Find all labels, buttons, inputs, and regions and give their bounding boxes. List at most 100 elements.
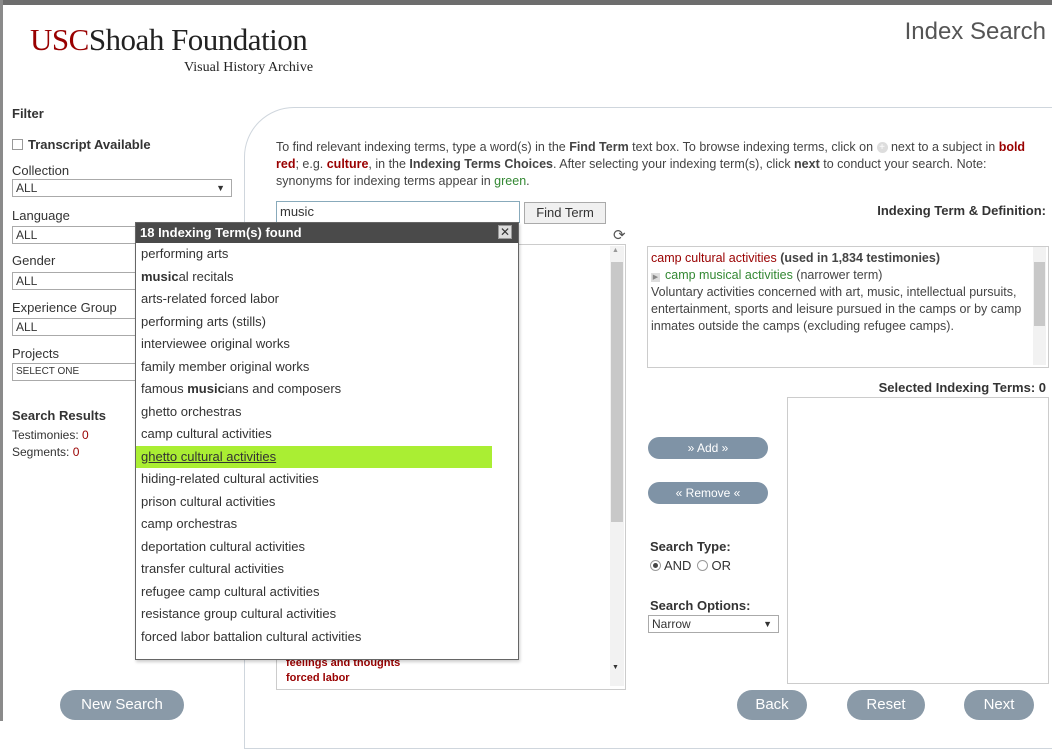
dropdown-item-text: ghetto cultural activities: [141, 448, 277, 464]
dropdown-item-text: camp cultural activities: [141, 426, 272, 441]
dropdown-item[interactable]: musical recitals: [136, 266, 518, 289]
instructions-text: To find relevant indexing terms, type a …: [276, 139, 1046, 190]
scroll-up-icon[interactable]: ▲: [612, 247, 619, 254]
projects-label: Projects: [12, 346, 59, 361]
dropdown-item-text: family member original works: [141, 358, 310, 374]
plus-circle-icon: +: [876, 142, 888, 154]
language-label: Language: [12, 208, 70, 223]
search-options-value: Narrow: [652, 617, 691, 631]
indexing-terms-dropdown: 18 Indexing Term(s) found ✕ performing a…: [135, 222, 519, 660]
top-border: [0, 0, 1052, 5]
choices-scrollbar-thumb[interactable]: [611, 262, 623, 522]
transcript-available-checkbox-row[interactable]: Transcript Available: [12, 137, 151, 152]
instr-choices: Indexing Terms Choices: [409, 157, 553, 171]
dropdown-item-text: refugee camp cultural activities: [141, 583, 320, 599]
logo: USCShoah Foundation: [30, 22, 308, 58]
close-icon[interactable]: ✕: [498, 225, 512, 239]
or-radio[interactable]: [697, 560, 709, 571]
testimonies-value: 0: [82, 428, 89, 442]
instr-culture: culture: [326, 157, 369, 171]
dropdown-item-text-rest: ians and composers: [224, 381, 342, 396]
dropdown-item[interactable]: family member original works: [136, 356, 518, 379]
selected-terms-box[interactable]: [787, 397, 1049, 684]
dropdown-item[interactable]: refugee camp cultural activities: [136, 581, 518, 604]
find-term-input[interactable]: music: [276, 201, 520, 223]
testimonies-count: Testimonies: 0: [12, 428, 89, 442]
segments-count: Segments: 0: [12, 445, 79, 459]
scroll-down-icon[interactable]: ▼: [612, 664, 619, 671]
gender-value: ALL: [16, 274, 38, 288]
refresh-icon[interactable]: ⟳: [613, 226, 626, 244]
dropdown-item[interactable]: deportation cultural activities: [136, 536, 518, 559]
dropdown-item[interactable]: camp orchestras: [136, 513, 518, 536]
dropdown-item-text: deportation cultural activities: [141, 538, 306, 554]
play-triangle-icon[interactable]: ▶: [651, 273, 660, 282]
search-options-select[interactable]: Narrow ▼: [648, 615, 779, 633]
instr-find-term: Find Term: [569, 140, 629, 154]
search-type-radios: AND OR: [650, 558, 731, 573]
definition-scrollbar-thumb[interactable]: [1034, 262, 1045, 326]
dropdown-item-text: arts-related forced labor: [141, 291, 280, 306]
testimonies-label: Testimonies:: [12, 428, 79, 442]
filter-heading: Filter: [12, 106, 44, 121]
or-label: OR: [711, 558, 731, 573]
dropdown-item[interactable]: performing arts: [136, 243, 518, 266]
definition-body: Voluntary activities concerned with art,…: [651, 285, 1022, 333]
narrower-term-note: (narrower term): [792, 268, 883, 282]
dropdown-item[interactable]: arts-related forced labor: [136, 288, 518, 311]
dropdown-item[interactable]: ghetto cultural activities: [136, 445, 492, 468]
choice-item[interactable]: forced labor: [286, 672, 350, 684]
reset-button[interactable]: Reset: [847, 690, 925, 720]
dropdown-item[interactable]: camp cultural activities: [136, 423, 518, 446]
dropdown-item[interactable]: famous musicians and composers: [136, 378, 518, 401]
collection-select[interactable]: ALL ▼: [12, 179, 232, 197]
dropdown-item[interactable]: prison cultural activities: [136, 491, 518, 514]
search-type-label: Search Type:: [650, 539, 731, 554]
dropdown-item-text: famous: [141, 381, 188, 396]
dropdown-item[interactable]: interviewee original works: [136, 333, 518, 356]
next-button[interactable]: Next: [964, 690, 1034, 720]
dropdown-item[interactable]: forced labor battalion cultural activiti…: [136, 626, 518, 649]
instr-green: green: [494, 174, 527, 188]
dropdown-header-text: 18 Indexing Term(s) found: [140, 225, 302, 240]
definition-term: camp cultural activities: [651, 251, 777, 265]
dropdown-item-text: prison cultural activities: [141, 493, 276, 509]
collection-value: ALL: [16, 181, 38, 195]
experience-group-label: Experience Group: [12, 300, 117, 315]
dropdown-item[interactable]: hiding-related cultural activities: [136, 468, 518, 491]
and-label: AND: [664, 558, 692, 573]
back-button[interactable]: Back: [737, 690, 807, 720]
definition-text: camp cultural activities (used in 1,834 …: [651, 250, 1029, 335]
dropdown-item[interactable]: transfer cultural activities: [136, 558, 518, 581]
dropdown-item-text: camp orchestras: [141, 516, 238, 531]
logo-usc: USC: [30, 22, 89, 57]
dropdown-item-text: performing arts (stills): [141, 313, 266, 329]
left-border: [0, 0, 3, 721]
add-button[interactable]: » Add »: [648, 437, 768, 459]
dropdown-item[interactable]: resistance group cultural activities: [136, 603, 518, 626]
logo-shoah-foundation: Shoah Foundation: [88, 22, 308, 57]
collection-label: Collection: [12, 163, 70, 178]
page-title: Index Search: [904, 18, 1046, 45]
and-radio[interactable]: [650, 560, 661, 571]
definition-used-in: (used in 1,834 testimonies): [776, 251, 940, 265]
dropdown-item-match: music: [141, 268, 179, 284]
chevron-down-icon: ▼: [763, 619, 772, 629]
remove-button[interactable]: « Remove «: [648, 482, 768, 504]
instr-p1: To find relevant indexing terms, type a …: [276, 140, 570, 154]
dropdown-item[interactable]: performing arts (stills): [136, 311, 518, 334]
experience-group-value: ALL: [16, 320, 38, 334]
dropdown-item[interactable]: ghetto orchestras: [136, 401, 518, 424]
instr-next: next: [794, 157, 820, 171]
narrower-term-link[interactable]: camp musical activities: [665, 268, 793, 282]
dropdown-item-text: performing arts: [141, 246, 229, 261]
find-term-button[interactable]: Find Term: [524, 202, 606, 224]
new-search-button[interactable]: New Search: [60, 690, 184, 720]
instr-p6: . After selecting your indexing term(s),…: [552, 157, 795, 171]
dropdown-item-text: ghetto orchestras: [141, 403, 242, 419]
transcript-checkbox[interactable]: [12, 139, 23, 150]
language-value: ALL: [16, 228, 38, 242]
chevron-down-icon: ▼: [216, 183, 225, 193]
dropdown-item-text-rest: al recitals: [178, 268, 234, 284]
definition-heading: Indexing Term & Definition:: [877, 203, 1046, 218]
